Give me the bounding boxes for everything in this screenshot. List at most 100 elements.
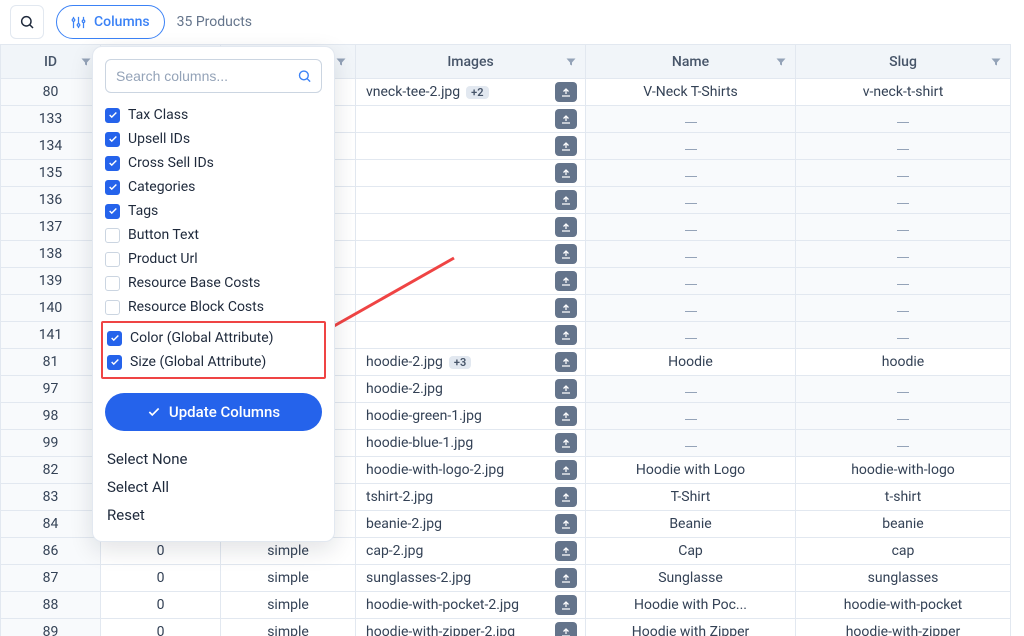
cell-name[interactable]: Hoodie with Poc... (586, 592, 796, 619)
cell-image[interactable] (356, 268, 586, 295)
cell-name[interactable]: Hoodie with Logo (586, 457, 796, 484)
cell-slug[interactable] (796, 403, 1011, 430)
cell-image[interactable] (356, 160, 586, 187)
cell-image[interactable]: tshirt-2.jpg (356, 484, 586, 511)
cell-id[interactable]: 136 (1, 187, 101, 214)
column-option[interactable]: Size (Global Attribute) (107, 350, 320, 374)
cell-image[interactable]: hoodie-blue-1.jpg (356, 430, 586, 457)
cell-id[interactable]: 97 (1, 376, 101, 403)
cell-type[interactable]: simple (221, 565, 356, 592)
cell-id[interactable]: 99 (1, 430, 101, 457)
column-option[interactable]: Resource Base Costs (105, 271, 322, 295)
column-option[interactable]: Product Url (105, 247, 322, 271)
cell-slug[interactable]: hoodie (796, 349, 1011, 376)
checkbox[interactable] (105, 228, 120, 243)
upload-button[interactable] (555, 217, 577, 237)
upload-button[interactable] (555, 244, 577, 264)
cell-name[interactable] (586, 403, 796, 430)
checkbox[interactable] (105, 300, 120, 315)
cell-name[interactable]: Hoodie with Zipper (586, 619, 796, 636)
cell-image[interactable]: hoodie-2.jpg (356, 376, 586, 403)
upload-button[interactable] (555, 163, 577, 183)
table-row[interactable]: 870simplesunglasses-2.jpgSunglassesungla… (1, 565, 1011, 592)
cell-name[interactable] (586, 322, 796, 349)
col-header-slug[interactable]: Slug (796, 45, 1011, 79)
cell-slug[interactable] (796, 322, 1011, 349)
cell-slug[interactable] (796, 241, 1011, 268)
cell-image[interactable]: hoodie-2.jpg+3 (356, 349, 586, 376)
checkbox[interactable] (107, 355, 122, 370)
cell-slug[interactable]: v-neck-t-shirt (796, 79, 1011, 106)
cell-id[interactable]: 88 (1, 592, 101, 619)
checkbox[interactable] (105, 276, 120, 291)
upload-button[interactable] (555, 109, 577, 129)
col-header-id[interactable]: ID (1, 45, 101, 79)
cell-id[interactable]: 138 (1, 241, 101, 268)
cell-image[interactable] (356, 106, 586, 133)
cell-image[interactable] (356, 322, 586, 349)
columns-button[interactable]: Columns (56, 5, 165, 39)
table-row[interactable]: 880simplehoodie-with-pocket-2.jpgHoodie … (1, 592, 1011, 619)
checkbox[interactable] (105, 132, 120, 147)
search-button[interactable] (10, 5, 44, 39)
columns-search-input[interactable] (105, 59, 322, 93)
cell-name[interactable]: Hoodie (586, 349, 796, 376)
cell-slug[interactable] (796, 106, 1011, 133)
cell-order[interactable]: 0 (101, 619, 221, 636)
column-option[interactable]: Tags (105, 199, 322, 223)
cell-name[interactable] (586, 133, 796, 160)
cell-slug[interactable]: hoodie-with-logo (796, 457, 1011, 484)
cell-image[interactable]: beanie-2.jpg (356, 511, 586, 538)
filter-icon[interactable] (335, 56, 347, 68)
column-option[interactable]: Cross Sell IDs (105, 151, 322, 175)
cell-slug[interactable] (796, 268, 1011, 295)
cell-type[interactable]: simple (221, 619, 356, 636)
update-columns-button[interactable]: Update Columns (105, 393, 322, 431)
reset-action[interactable]: Reset (107, 501, 320, 529)
cell-id[interactable]: 139 (1, 268, 101, 295)
checkbox[interactable] (107, 331, 122, 346)
cell-id[interactable]: 98 (1, 403, 101, 430)
cell-id[interactable]: 135 (1, 160, 101, 187)
cell-name[interactable] (586, 214, 796, 241)
checkbox[interactable] (105, 204, 120, 219)
filter-icon[interactable] (990, 56, 1002, 68)
checkbox[interactable] (105, 108, 120, 123)
cell-order[interactable]: 0 (101, 565, 221, 592)
column-option[interactable]: Button Text (105, 223, 322, 247)
cell-name[interactable]: Cap (586, 538, 796, 565)
cell-image[interactable]: hoodie-with-zipper-2.jpg (356, 619, 586, 636)
cell-image[interactable]: cap-2.jpg (356, 538, 586, 565)
cell-id[interactable]: 133 (1, 106, 101, 133)
cell-type[interactable]: simple (221, 592, 356, 619)
cell-id[interactable]: 80 (1, 79, 101, 106)
upload-button[interactable] (555, 325, 577, 345)
cell-slug[interactable] (796, 160, 1011, 187)
cell-image[interactable] (356, 187, 586, 214)
cell-order[interactable]: 0 (101, 592, 221, 619)
cell-slug[interactable] (796, 430, 1011, 457)
cell-id[interactable]: 134 (1, 133, 101, 160)
filter-icon[interactable] (80, 56, 92, 68)
cell-slug[interactable]: t-shirt (796, 484, 1011, 511)
cell-slug[interactable]: beanie (796, 511, 1011, 538)
upload-button[interactable] (555, 136, 577, 156)
upload-button[interactable] (555, 190, 577, 210)
upload-button[interactable] (555, 541, 577, 561)
cell-name[interactable] (586, 430, 796, 457)
cell-slug[interactable] (796, 295, 1011, 322)
filter-icon[interactable] (565, 56, 577, 68)
upload-button[interactable] (555, 379, 577, 399)
col-header-images[interactable]: Images (356, 45, 586, 79)
upload-button[interactable] (555, 622, 577, 636)
cell-name[interactable]: T-Shirt (586, 484, 796, 511)
cell-id[interactable]: 89 (1, 619, 101, 636)
upload-button[interactable] (555, 514, 577, 534)
upload-button[interactable] (555, 460, 577, 480)
cell-image[interactable] (356, 214, 586, 241)
cell-name[interactable] (586, 376, 796, 403)
checkbox[interactable] (105, 252, 120, 267)
upload-button[interactable] (555, 298, 577, 318)
upload-button[interactable] (555, 487, 577, 507)
cell-image[interactable]: hoodie-green-1.jpg (356, 403, 586, 430)
